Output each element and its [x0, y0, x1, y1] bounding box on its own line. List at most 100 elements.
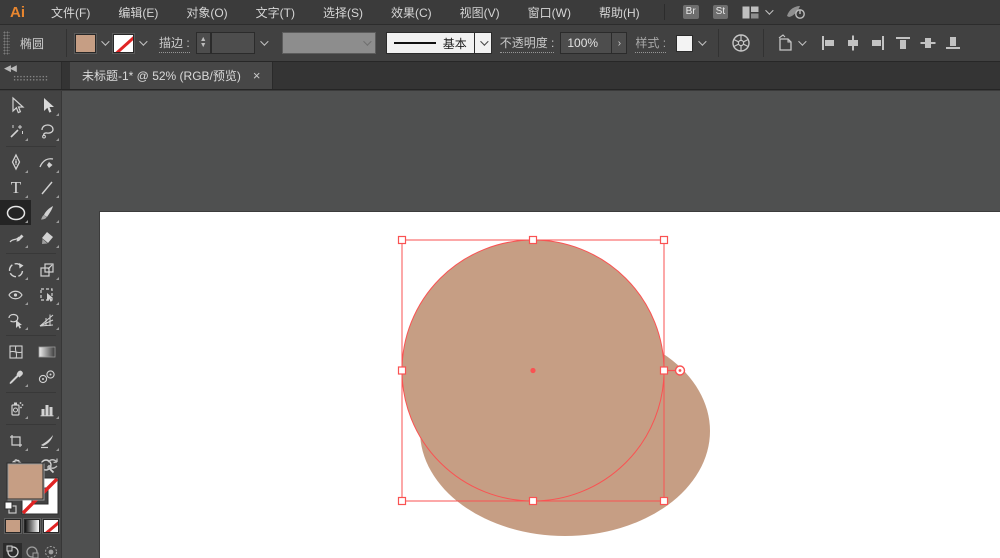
- line-segment-tool-button[interactable]: [31, 175, 61, 200]
- column-graph-tool-button[interactable]: [31, 396, 61, 421]
- menu-type[interactable]: 文字(T): [242, 4, 309, 21]
- controlbar-grip[interactable]: [3, 31, 10, 55]
- draw-normal-icon: [6, 545, 19, 558]
- document-tab[interactable]: 未标题-1* @ 52% (RGB/预览) ×: [70, 62, 274, 89]
- eyedropper-tool-icon: [8, 370, 23, 384]
- fill-swatch-active[interactable]: [6, 462, 45, 501]
- close-tab-icon[interactable]: ×: [253, 69, 261, 82]
- draw-inside-icon: [44, 546, 57, 558]
- selection-handle[interactable]: [397, 496, 407, 506]
- align-top-button[interactable]: [895, 35, 911, 51]
- controlbar-divider: [718, 29, 720, 57]
- width-tool-button[interactable]: [0, 282, 31, 307]
- stepper-down-icon[interactable]: ▼: [200, 42, 207, 49]
- selection-handle[interactable]: [528, 496, 538, 506]
- selection-center-point[interactable]: [530, 367, 536, 374]
- stroke-panel-link[interactable]: 描边 :: [159, 34, 190, 53]
- slice-tool-button[interactable]: [31, 428, 61, 453]
- align-left-button[interactable]: [820, 35, 836, 51]
- free-transform-tool-button[interactable]: [31, 282, 61, 307]
- gradient-tool-icon: [38, 346, 55, 357]
- default-fill-stroke-icon[interactable]: [4, 501, 17, 514]
- align-horizontal-center-button[interactable]: [845, 35, 861, 51]
- align-bottom-button[interactable]: [945, 35, 961, 51]
- gradient-paint-button[interactable]: [23, 518, 41, 534]
- menu-help[interactable]: 帮助(H): [585, 4, 654, 21]
- selection-handle[interactable]: [659, 235, 669, 245]
- selection-tool-button[interactable]: [0, 93, 31, 118]
- ellipse-tool-button[interactable]: [0, 200, 31, 225]
- shaper-pencil-tool-button[interactable]: [0, 225, 31, 250]
- curvature-tool-button[interactable]: [31, 150, 61, 175]
- context-label: 椭圆: [20, 36, 45, 51]
- selection-handle[interactable]: [528, 235, 538, 245]
- align-vertical-center-button[interactable]: [920, 35, 936, 51]
- menu-file[interactable]: 文件(F): [37, 4, 104, 21]
- scale-tool-button[interactable]: [31, 257, 61, 282]
- shape-builder-tool-button[interactable]: [0, 307, 31, 332]
- blend-tool-button[interactable]: [31, 364, 61, 389]
- opacity-panel-link[interactable]: 不透明度 :: [499, 34, 555, 53]
- gradient-tool-button[interactable]: [31, 339, 61, 364]
- menu-view[interactable]: 视图(V): [446, 4, 514, 21]
- type-tool-button[interactable]: T: [0, 175, 31, 200]
- graphic-style-swatch[interactable]: [676, 34, 694, 52]
- workspace-switcher[interactable]: [742, 6, 774, 19]
- fill-color-chevron-icon[interactable]: [101, 37, 110, 46]
- chevron-down-icon: [479, 37, 489, 46]
- none-paint-button[interactable]: [42, 518, 60, 534]
- stroke-color-swatch[interactable]: [112, 32, 136, 54]
- opacity-field[interactable]: 100%: [560, 32, 613, 54]
- stroke-weight-field[interactable]: [210, 32, 255, 54]
- align-right-button[interactable]: [870, 35, 886, 51]
- ellipse-tool-icon: [6, 205, 25, 220]
- brush-preview[interactable]: 基本: [385, 32, 474, 54]
- stroke-weight-stepper[interactable]: ▲ ▼: [195, 32, 211, 54]
- stroke-color-chevron-icon[interactable]: [139, 37, 148, 46]
- stock-button[interactable]: St: [712, 5, 729, 19]
- selection-handle[interactable]: [659, 496, 669, 506]
- toolbar-grip[interactable]: [12, 75, 49, 81]
- perspective-grid-tool-button[interactable]: [31, 307, 61, 332]
- document-setup-button[interactable]: [776, 33, 810, 53]
- menu-object[interactable]: 对象(O): [172, 4, 241, 21]
- draw-normal-mode-button[interactable]: [3, 543, 22, 558]
- symbol-sprayer-tool-button[interactable]: [0, 396, 31, 421]
- paintbrush-tool-button[interactable]: [31, 200, 61, 225]
- selection-tool-icon: [11, 96, 25, 114]
- brush-definition-dropdown[interactable]: 基本: [385, 32, 492, 54]
- selection-handle[interactable]: [659, 366, 669, 375]
- draw-inside-mode-button[interactable]: [41, 543, 60, 558]
- style-panel-link[interactable]: 样式 :: [635, 34, 667, 53]
- app-logo-icon[interactable]: Ai: [0, 4, 37, 21]
- menu-window[interactable]: 窗口(W): [514, 4, 585, 21]
- canvas-area[interactable]: [62, 91, 1000, 558]
- collapse-panel-icon[interactable]: ◀◀: [4, 63, 17, 74]
- style-chevron-icon[interactable]: [698, 37, 707, 46]
- lasso-tool-button[interactable]: [31, 118, 61, 143]
- bridge-button[interactable]: Br: [682, 5, 699, 19]
- recolor-artwork-button[interactable]: [731, 33, 751, 53]
- selection-handle[interactable]: [397, 366, 407, 375]
- color-paint-button[interactable]: [4, 518, 22, 534]
- eraser-tool-button[interactable]: [31, 225, 61, 250]
- selection-handle[interactable]: [397, 235, 407, 245]
- artboard-tool-button[interactable]: [0, 428, 31, 453]
- pen-tool-button[interactable]: [0, 150, 31, 175]
- gpu-performance-icon[interactable]: [785, 4, 807, 20]
- eyedropper-tool-button[interactable]: [0, 364, 31, 389]
- mesh-tool-button[interactable]: [0, 339, 31, 364]
- swap-fill-stroke-icon[interactable]: [47, 458, 58, 470]
- opacity-expand-button[interactable]: ›: [612, 32, 628, 54]
- brush-chevron-button[interactable]: [473, 32, 492, 54]
- menu-select[interactable]: 选择(S): [309, 4, 377, 21]
- menu-edit[interactable]: 编辑(E): [104, 4, 172, 21]
- draw-behind-mode-button[interactable]: [22, 543, 41, 558]
- rotate-tool-button[interactable]: [0, 257, 31, 282]
- stroke-weight-chevron-icon[interactable]: [259, 37, 269, 46]
- fill-color-swatch[interactable]: [74, 32, 98, 54]
- magic-wand-tool-button[interactable]: [0, 118, 31, 143]
- menu-effect[interactable]: 效果(C): [377, 4, 446, 21]
- control-bar: 椭圆 描边 : ▲ ▼ 基本 不透明度 : 100% › 样式 :: [0, 25, 1000, 62]
- direct-selection-tool-button[interactable]: [31, 93, 61, 118]
